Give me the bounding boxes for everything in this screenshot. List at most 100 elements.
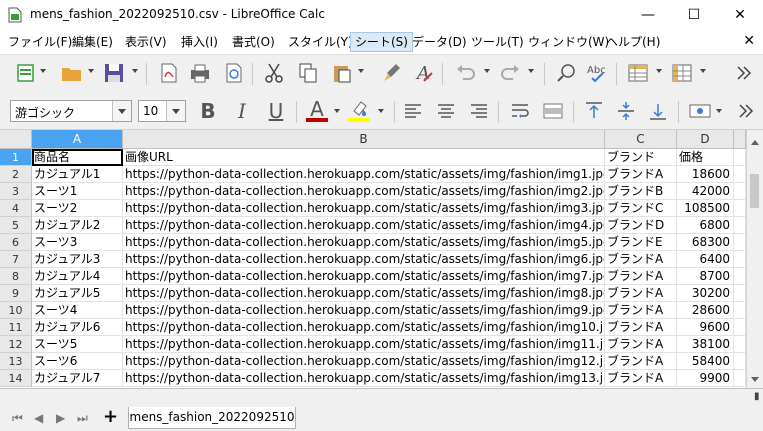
center-vertically-icon[interactable] <box>614 99 638 123</box>
menu-styles[interactable]: スタイル(Y) <box>284 33 357 51</box>
cell-e[interactable] <box>734 302 746 319</box>
row-header[interactable]: 11 <box>0 319 32 336</box>
cell-d[interactable]: 18600 <box>677 166 734 183</box>
new-document-icon[interactable] <box>14 61 38 85</box>
cell-a[interactable]: 商品名 <box>32 149 123 166</box>
spelling-icon[interactable]: Abc <box>586 61 610 85</box>
cell-c[interactable]: ブランドE <box>605 234 677 251</box>
cell-e[interactable] <box>734 183 746 200</box>
cell-d[interactable]: 28600 <box>677 302 734 319</box>
menu-sheet[interactable]: シート(S) <box>350 32 413 52</box>
cell-a[interactable]: スーツ4 <box>32 302 123 319</box>
cell-b[interactable]: https://python-data-collection.herokuapp… <box>123 251 605 268</box>
cell-b[interactable]: https://python-data-collection.herokuapp… <box>123 319 605 336</box>
previous-sheet-icon[interactable]: ◀ <box>34 411 43 425</box>
cell-d[interactable]: 9600 <box>677 319 734 336</box>
cell-e[interactable] <box>734 217 746 234</box>
cell-e[interactable] <box>734 234 746 251</box>
chevron-down-icon[interactable] <box>166 101 185 121</box>
copy-icon[interactable] <box>296 61 320 85</box>
cell-b[interactable]: https://python-data-collection.herokuapp… <box>123 234 605 251</box>
cell-b[interactable]: https://python-data-collection.herokuapp… <box>123 353 605 370</box>
cell-b[interactable]: https://python-data-collection.herokuapp… <box>123 166 605 183</box>
paste-icon[interactable] <box>330 61 354 85</box>
close-document-icon[interactable]: ✕ <box>743 33 755 49</box>
cell-c[interactable]: ブランドA <box>605 166 677 183</box>
row-header[interactable]: 2 <box>0 166 32 183</box>
cell-e[interactable] <box>734 336 746 353</box>
align-right-icon[interactable] <box>467 99 491 123</box>
row-dropdown-icon[interactable] <box>656 69 662 73</box>
cell-c[interactable]: ブランドB <box>605 183 677 200</box>
menu-view[interactable]: 表示(V) <box>121 33 171 51</box>
row-header[interactable]: 5 <box>0 217 32 234</box>
cell-d[interactable]: 68300 <box>677 234 734 251</box>
align-center-icon[interactable] <box>434 99 458 123</box>
cell-d[interactable]: 38100 <box>677 336 734 353</box>
cell-b[interactable]: https://python-data-collection.herokuapp… <box>123 200 605 217</box>
cell-c[interactable]: ブランドA <box>605 251 677 268</box>
cell-e[interactable] <box>734 166 746 183</box>
select-all-corner[interactable] <box>0 130 32 149</box>
print-icon[interactable] <box>188 61 212 85</box>
cell-e[interactable] <box>734 268 746 285</box>
save-icon[interactable] <box>102 61 126 85</box>
column-header-b[interactable]: B <box>123 130 605 149</box>
menu-insert[interactable]: 挿入(I) <box>177 33 222 51</box>
cell-a[interactable]: スーツ6 <box>32 353 123 370</box>
menu-data[interactable]: データ(D) <box>408 33 471 51</box>
export-pdf-icon[interactable] <box>157 61 181 85</box>
cell-c[interactable]: ブランドA <box>605 370 677 387</box>
maximize-button[interactable]: ☐ <box>671 0 717 30</box>
font-size-combo[interactable]: 10 <box>138 100 186 122</box>
row-header[interactable]: 10 <box>0 302 32 319</box>
chevron-down-icon[interactable] <box>112 101 131 121</box>
cell-d[interactable]: 価格 <box>677 149 734 166</box>
clone-formatting-icon[interactable] <box>380 61 404 85</box>
number-format-dropdown-icon[interactable] <box>716 109 722 113</box>
row-header[interactable]: 9 <box>0 285 32 302</box>
horizontal-scroll-handle[interactable]: ▮ <box>754 391 760 402</box>
cell-c[interactable]: ブランドA <box>605 302 677 319</box>
last-sheet-icon[interactable]: ⏭ <box>77 411 88 426</box>
cell-a[interactable]: スーツ3 <box>32 234 123 251</box>
menu-tools[interactable]: ツール(T) <box>467 33 528 51</box>
cell-d[interactable]: 6400 <box>677 251 734 268</box>
row-header[interactable]: 3 <box>0 183 32 200</box>
cell-c[interactable]: ブランドC <box>605 200 677 217</box>
highlight-dropdown-icon[interactable] <box>378 109 384 113</box>
open-dropdown-icon[interactable] <box>88 69 94 73</box>
cell-e[interactable] <box>734 285 746 302</box>
font-color-button[interactable]: A <box>304 98 330 120</box>
row-icon[interactable] <box>626 61 650 85</box>
save-dropdown-icon[interactable] <box>132 69 138 73</box>
row-header[interactable]: 8 <box>0 268 32 285</box>
cell-c[interactable]: ブランド <box>605 149 677 166</box>
scroll-thumb[interactable] <box>750 174 759 208</box>
open-folder-icon[interactable] <box>60 61 84 85</box>
cell-e[interactable] <box>734 319 746 336</box>
column-dropdown-icon[interactable] <box>700 69 706 73</box>
cell-b[interactable]: https://python-data-collection.herokuapp… <box>123 302 605 319</box>
cell-a[interactable]: スーツ2 <box>32 200 123 217</box>
row-header[interactable]: 12 <box>0 336 32 353</box>
menu-file[interactable]: ファイル(F) <box>4 33 76 51</box>
cell-b[interactable]: https://python-data-collection.herokuapp… <box>123 217 605 234</box>
cell-b[interactable]: https://python-data-collection.herokuapp… <box>123 268 605 285</box>
row-header[interactable]: 13 <box>0 353 32 370</box>
row-header[interactable]: 4 <box>0 200 32 217</box>
undo-icon[interactable] <box>454 61 478 85</box>
align-top-icon[interactable] <box>582 99 606 123</box>
column-header-e[interactable] <box>734 130 746 149</box>
cell-a[interactable]: カジュアル4 <box>32 268 123 285</box>
find-replace-icon[interactable] <box>554 61 578 85</box>
menu-format[interactable]: 書式(O) <box>228 33 279 51</box>
merge-cells-icon[interactable] <box>541 99 565 123</box>
cell-e[interactable] <box>734 200 746 217</box>
align-bottom-icon[interactable] <box>646 99 670 123</box>
cell-b[interactable]: https://python-data-collection.herokuapp… <box>123 370 605 387</box>
font-color-dropdown-icon[interactable] <box>334 109 340 113</box>
cell-a[interactable]: カジュアル1 <box>32 166 123 183</box>
first-sheet-icon[interactable]: ⏮ <box>12 411 23 426</box>
cell-d[interactable]: 108500 <box>677 200 734 217</box>
